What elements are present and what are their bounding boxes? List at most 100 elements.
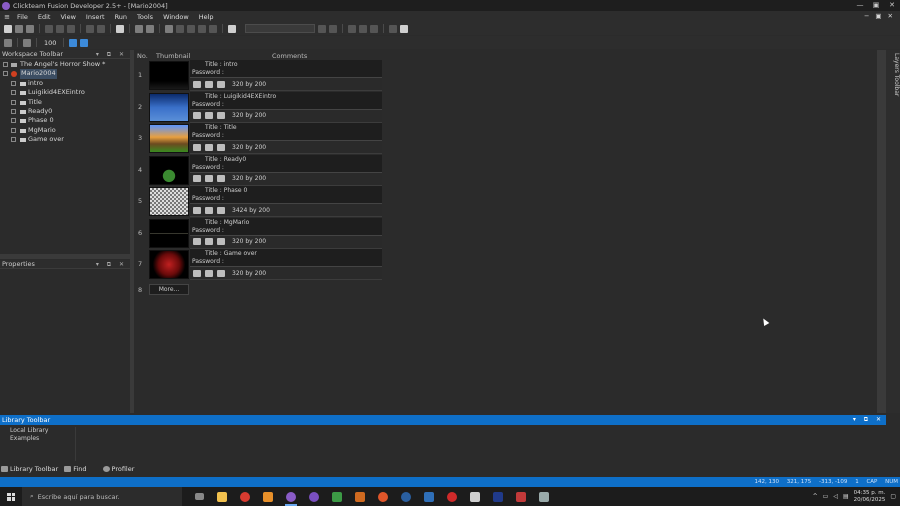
photoshop-icon[interactable] bbox=[489, 487, 507, 506]
frame-thumbnail[interactable] bbox=[149, 187, 189, 216]
frame-dimensions[interactable]: 320 by 200 bbox=[232, 238, 266, 245]
tree-app-node[interactable]: Mario2004 bbox=[0, 69, 130, 79]
tree-frame-item[interactable]: Ready0 bbox=[0, 107, 130, 116]
frame-title[interactable]: Title : MgMario bbox=[205, 219, 249, 226]
doc-close-button[interactable]: ✕ bbox=[885, 11, 896, 22]
panel-controls[interactable]: ▾ ⧉ ✕ bbox=[96, 50, 127, 59]
redo-icon[interactable] bbox=[97, 24, 105, 33]
frame-dimensions[interactable]: 3424 by 200 bbox=[232, 207, 270, 214]
undo-icon[interactable] bbox=[86, 24, 94, 33]
layers-toolbar-tab[interactable]: Layers Toolbar bbox=[888, 50, 900, 100]
frame-selector-combo[interactable] bbox=[245, 24, 315, 33]
frame-editor-icon[interactable] bbox=[176, 24, 184, 33]
app-icon-gray[interactable] bbox=[535, 487, 553, 506]
transition-in-icon[interactable] bbox=[193, 269, 201, 277]
frame-password[interactable]: Password : bbox=[192, 101, 224, 108]
maximize-button[interactable]: ▣ bbox=[868, 0, 884, 11]
task-view-icon[interactable] bbox=[190, 487, 208, 506]
volume-icon[interactable]: ◁ bbox=[833, 493, 838, 500]
close-button[interactable]: ✕ bbox=[884, 0, 900, 11]
library-item-examples[interactable]: Examples bbox=[2, 435, 75, 443]
app-icon-brush[interactable] bbox=[512, 487, 530, 506]
frame-thumbnail[interactable] bbox=[149, 124, 189, 153]
frame-password[interactable]: Password : bbox=[192, 132, 224, 139]
frame-dimensions[interactable]: 320 by 200 bbox=[232, 81, 266, 88]
zoom-icon[interactable] bbox=[80, 38, 89, 47]
copy-icon[interactable] bbox=[56, 24, 64, 33]
grid-icon[interactable] bbox=[69, 38, 78, 47]
frame-password[interactable]: Password : bbox=[192, 195, 224, 202]
panel-controls[interactable]: ▾ ⧉ ✕ bbox=[853, 415, 884, 425]
frame-row[interactable]: 3 Title : Title Password : 320 by 200 bbox=[134, 123, 382, 155]
transition-out-icon[interactable] bbox=[205, 175, 213, 182]
frame-thumbnail[interactable] bbox=[149, 250, 189, 279]
expand-icon[interactable] bbox=[11, 127, 16, 133]
frame-thumbnail[interactable] bbox=[149, 92, 189, 122]
transition-in-icon[interactable] bbox=[193, 175, 201, 182]
frame-size-icon[interactable] bbox=[217, 206, 225, 214]
run-application-icon[interactable] bbox=[135, 24, 143, 33]
chevron-up-icon[interactable]: ^ bbox=[813, 493, 818, 500]
transition-in-icon[interactable] bbox=[193, 143, 201, 151]
collapse-icon[interactable] bbox=[3, 71, 8, 77]
build-icon[interactable] bbox=[228, 24, 236, 33]
new-icon[interactable] bbox=[4, 24, 12, 33]
menu-tools[interactable]: Tools bbox=[132, 13, 158, 21]
frame-row[interactable]: 1 Title : intro Password : 320 by 200 bbox=[134, 60, 382, 92]
frame-size-icon[interactable] bbox=[389, 24, 397, 33]
frame-thumbnail[interactable] bbox=[149, 218, 189, 248]
transition-out-icon[interactable] bbox=[205, 269, 213, 277]
frame-thumbnail[interactable] bbox=[149, 155, 189, 185]
doc-minimize-button[interactable]: − bbox=[861, 11, 872, 22]
frame-size-icon[interactable] bbox=[217, 269, 225, 277]
vertical-scrollbar[interactable] bbox=[878, 50, 886, 413]
align-icon[interactable] bbox=[348, 24, 356, 33]
arrange-icon[interactable] bbox=[359, 24, 367, 33]
tab-library-toolbar[interactable]: Library Toolbar bbox=[1, 465, 58, 473]
collapse-icon[interactable] bbox=[3, 62, 8, 67]
tree-root[interactable]: The Angel's Horror Show * bbox=[0, 60, 130, 69]
menu-window[interactable]: Window bbox=[158, 13, 194, 21]
taskbar-search[interactable]: ⌕ Escribe aquí para buscar. bbox=[22, 487, 182, 506]
run-frame-icon[interactable] bbox=[146, 24, 154, 33]
tree-frame-item[interactable]: Luigikid4EXEintro bbox=[0, 88, 130, 97]
library-item-local[interactable]: Local Library bbox=[2, 427, 75, 435]
frame-row[interactable]: 5 Title : Phase 0 Password : 3424 by 200 bbox=[134, 186, 382, 218]
frame-title[interactable]: Title : Game over bbox=[205, 250, 257, 257]
order-icon[interactable] bbox=[370, 24, 378, 33]
app-icon-firefox[interactable] bbox=[374, 487, 392, 506]
calendar-icon[interactable] bbox=[4, 38, 12, 47]
doc-restore-button[interactable]: ▣ bbox=[872, 11, 884, 22]
clickteam-fusion-icon[interactable] bbox=[282, 487, 300, 506]
app-icon-star[interactable] bbox=[466, 487, 484, 506]
expand-icon[interactable] bbox=[11, 118, 16, 124]
expand-icon[interactable] bbox=[11, 90, 16, 96]
app-icon-orange[interactable] bbox=[259, 487, 277, 506]
hamburger-icon[interactable]: ≡ bbox=[2, 13, 12, 21]
transition-out-icon[interactable] bbox=[205, 206, 213, 214]
network-icon[interactable]: ▭ bbox=[823, 493, 829, 500]
transition-out-icon[interactable] bbox=[205, 80, 213, 88]
next-frame-icon[interactable] bbox=[329, 24, 337, 33]
expand-icon[interactable] bbox=[11, 137, 16, 143]
menu-file[interactable]: File bbox=[12, 13, 33, 21]
menu-insert[interactable]: Insert bbox=[81, 13, 110, 21]
frame-title[interactable]: Title : Title bbox=[205, 124, 237, 131]
frame-size-icon[interactable] bbox=[217, 175, 225, 182]
zoom-value[interactable]: 100 bbox=[42, 39, 58, 47]
frame-title[interactable]: Title : Phase 0 bbox=[205, 187, 247, 194]
frame-row[interactable]: 4 Title : Ready0 Password : 320 by 200 bbox=[134, 154, 382, 187]
open-icon[interactable] bbox=[15, 24, 23, 33]
app-icon-purple[interactable] bbox=[305, 487, 323, 506]
frame-password[interactable]: Password : bbox=[192, 164, 224, 171]
frame-thumbnail[interactable] bbox=[149, 61, 189, 90]
menu-help[interactable]: Help bbox=[194, 13, 219, 21]
menu-edit[interactable]: Edit bbox=[33, 13, 56, 21]
frame-dimensions[interactable]: 320 by 200 bbox=[232, 112, 266, 119]
storyboard-editor-icon[interactable] bbox=[165, 24, 173, 33]
app-icon-steam[interactable] bbox=[397, 487, 415, 506]
frame-password[interactable]: Password : bbox=[192, 258, 224, 265]
app-icon-red[interactable] bbox=[443, 487, 461, 506]
more-button[interactable]: More... bbox=[149, 284, 189, 295]
frame-size-icon[interactable] bbox=[217, 112, 225, 119]
